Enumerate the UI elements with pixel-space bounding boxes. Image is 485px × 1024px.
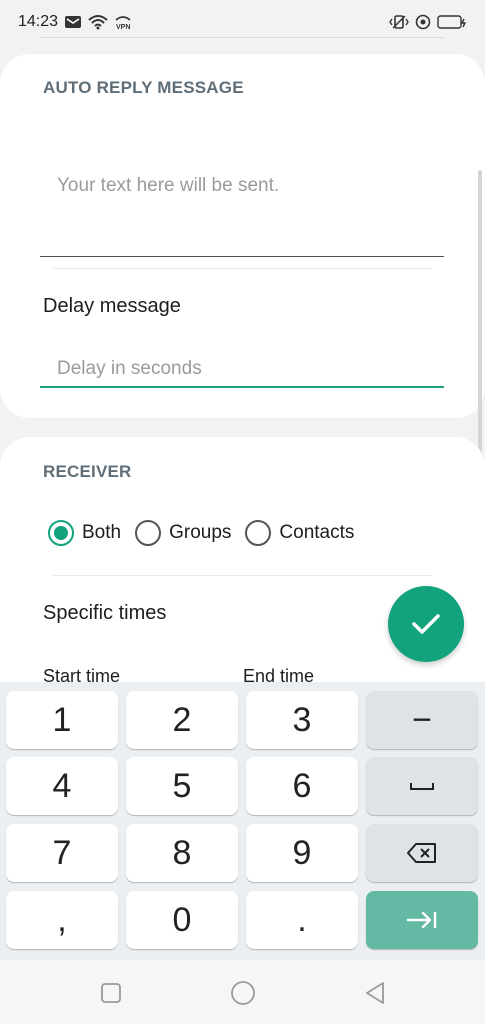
radio-contacts[interactable]: Contacts xyxy=(245,520,354,546)
key-7[interactable]: 7 xyxy=(6,824,118,882)
radio-label: Groups xyxy=(169,522,232,543)
radio-button-unchecked-icon xyxy=(245,520,272,546)
key-5[interactable]: 5 xyxy=(126,757,238,815)
key-next[interactable] xyxy=(366,891,478,949)
key-4[interactable]: 4 xyxy=(6,757,118,815)
space-icon xyxy=(410,783,434,790)
radio-label: Contacts xyxy=(279,522,355,543)
mail-icon xyxy=(64,15,82,29)
key-8[interactable]: 8 xyxy=(126,824,238,882)
recent-apps-icon[interactable] xyxy=(96,978,126,1008)
wifi-icon xyxy=(88,14,108,30)
radio-label: Both xyxy=(82,522,122,543)
key-minus[interactable]: − xyxy=(366,691,478,749)
message-placeholder: Your text here will be sent. xyxy=(57,175,280,196)
radio-button-unchecked-icon xyxy=(135,520,162,546)
status-time: 14:23 xyxy=(18,13,59,30)
delay-seconds-input[interactable]: Delay in seconds xyxy=(40,350,444,388)
backspace-icon xyxy=(407,843,436,863)
battery-charging-icon xyxy=(437,15,467,29)
key-comma[interactable]: , xyxy=(6,891,118,949)
tab-next-icon xyxy=(406,911,437,929)
divider xyxy=(52,575,432,576)
key-0[interactable]: 0 xyxy=(126,891,238,949)
vpn-icon: VPN xyxy=(114,14,132,30)
check-icon xyxy=(412,614,440,634)
auto-reply-title: AUTO REPLY MESSAGE xyxy=(43,78,244,97)
save-fab-button[interactable] xyxy=(388,586,464,662)
numeric-keyboard: 1 2 3 − 4 5 6 7 8 9 , 0 . xyxy=(0,682,485,960)
vibrate-icon xyxy=(389,14,409,30)
specific-times-label: Specific times xyxy=(43,602,167,624)
svg-text:VPN: VPN xyxy=(116,24,130,30)
receiver-title: RECEIVER xyxy=(43,462,132,481)
key-3[interactable]: 3 xyxy=(246,691,358,749)
key-6[interactable]: 6 xyxy=(246,757,358,815)
key-9[interactable]: 9 xyxy=(246,824,358,882)
key-space[interactable] xyxy=(366,757,478,815)
divider xyxy=(52,268,432,269)
navigation-bar xyxy=(0,960,485,1024)
key-2[interactable]: 2 xyxy=(126,691,238,749)
delay-label: Delay message xyxy=(43,295,181,317)
receiver-radio-group: Both Groups Contacts xyxy=(48,520,368,546)
status-divider xyxy=(40,37,445,38)
delay-placeholder: Delay in seconds xyxy=(57,358,202,379)
home-icon[interactable] xyxy=(228,978,258,1008)
scrollbar[interactable] xyxy=(478,170,482,495)
radio-button-checked-icon xyxy=(48,520,74,546)
radio-both[interactable]: Both xyxy=(48,520,121,546)
back-icon[interactable] xyxy=(360,978,390,1008)
alarm-icon xyxy=(415,14,431,30)
key-backspace[interactable] xyxy=(366,824,478,882)
radio-groups[interactable]: Groups xyxy=(135,520,231,546)
key-1[interactable]: 1 xyxy=(6,691,118,749)
key-period[interactable]: . xyxy=(246,891,358,949)
auto-reply-message-field[interactable]: Your text here will be sent. xyxy=(40,165,444,257)
